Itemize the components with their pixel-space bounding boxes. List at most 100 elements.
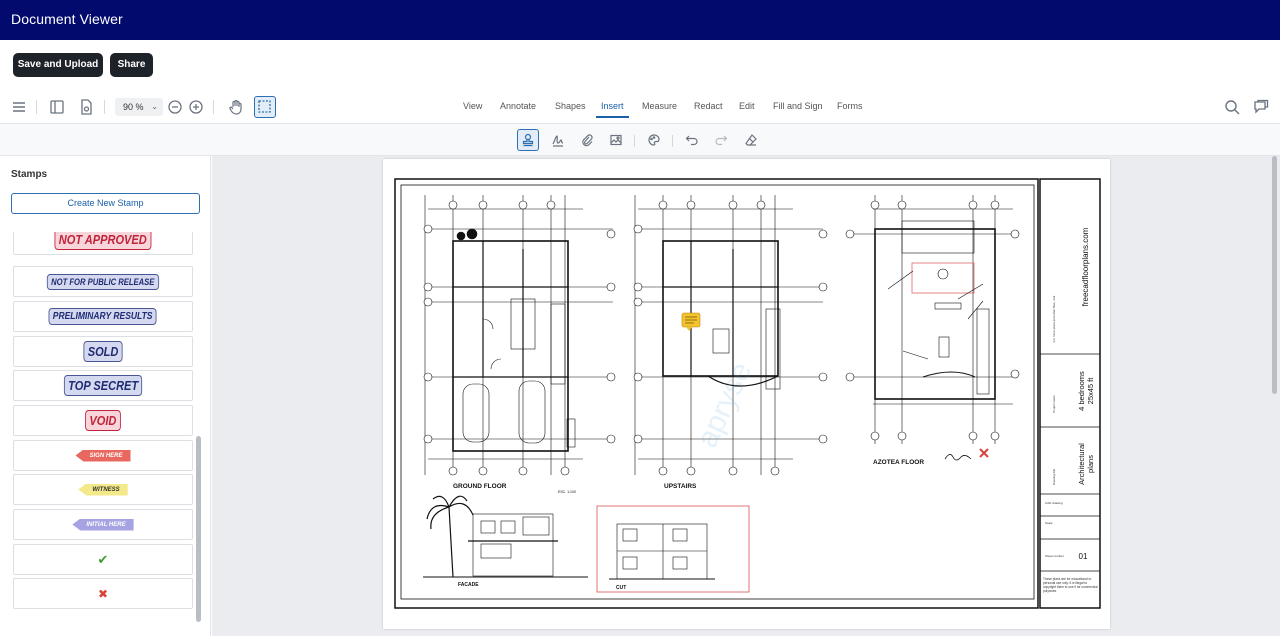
drawing-line: plans <box>1086 455 1095 473</box>
eraser-icon[interactable] <box>740 129 762 151</box>
separator <box>672 135 673 147</box>
insert-toolbar <box>0 124 1280 156</box>
left-panel-icon[interactable] <box>48 98 66 116</box>
stamp-item[interactable]: ✔ <box>13 544 193 575</box>
title-block-label: Project name <box>1052 395 1056 413</box>
share-button[interactable]: Share <box>110 53 153 77</box>
comments-panel-icon[interactable] <box>1252 98 1270 116</box>
zoom-select[interactable]: 90 % ⌄ <box>115 98 163 116</box>
stamp-list: NOT APPROVED NOT FOR PUBLIC RELEASE PREL… <box>13 232 193 636</box>
title-block-website: freecadfloorplans.com <box>1081 227 1090 306</box>
title-block-disclaimer: These plans are for educational or perso… <box>1043 577 1098 593</box>
stamp-item[interactable]: VOID <box>13 405 193 436</box>
floor-label-ground: GROUND FLOOR <box>453 483 507 490</box>
app-title: Document Viewer <box>11 11 123 27</box>
comment-note-icon[interactable] <box>681 312 701 331</box>
signature-tool-icon[interactable] <box>547 129 569 151</box>
cut-drawing <box>609 523 715 580</box>
create-new-stamp-button[interactable]: Create New Stamp <box>11 193 200 214</box>
main-toolbar: 90 % ⌄ View Annotate Shapes Insert Measu… <box>0 90 1280 124</box>
floor-label-cut: CUT <box>616 585 626 591</box>
facade-drawing <box>423 495 588 578</box>
ground-floor-plan <box>424 195 613 475</box>
drawing-line: Architectural <box>1077 443 1086 485</box>
signature-mark <box>944 454 972 461</box>
tab-view[interactable]: View <box>463 101 482 111</box>
stamp-item[interactable]: NOT FOR PUBLIC RELEASE <box>13 266 193 297</box>
floor-label-upstairs: UPSTAIRS <box>664 483 697 490</box>
tab-fill-and-sign[interactable]: Fill and Sign <box>773 101 823 111</box>
zoom-in-icon[interactable] <box>187 98 205 116</box>
title-block-label: Sheet number <box>1045 554 1064 558</box>
title-block-label: For more plans and other files, visit <box>1052 295 1056 342</box>
stamp-label: NOT FOR PUBLIC RELEASE <box>47 273 159 290</box>
scale-label: ESC. 1:100 <box>558 490 576 494</box>
zoom-value: 90 % <box>123 102 144 112</box>
title-block-project: 4 bedrooms25x45 ft <box>1077 371 1095 411</box>
title-block-label: Scale <box>1045 521 1053 525</box>
checkmark-icon: ✔ <box>97 551 109 567</box>
stamp-label: VOID <box>85 410 121 431</box>
title-block-drawing: Architecturalplans <box>1077 443 1095 485</box>
title-block-label: CAD drawing <box>1045 501 1063 505</box>
separator <box>104 100 105 114</box>
separator <box>634 135 635 147</box>
zoom-out-icon[interactable] <box>166 98 184 116</box>
stamp-item[interactable]: SOLD <box>13 336 193 367</box>
stamp-label: SIGN HERE <box>75 449 131 462</box>
cross-icon: ✖ <box>97 586 109 601</box>
chevron-down-icon: ⌄ <box>151 102 158 111</box>
stamp-label: TOP SECRET <box>63 375 143 396</box>
stamp-label: SOLD <box>83 341 123 362</box>
undo-icon[interactable] <box>681 129 703 151</box>
menu-icon[interactable] <box>10 98 28 116</box>
stamp-tool-icon[interactable] <box>517 129 539 151</box>
tab-edit[interactable]: Edit <box>739 101 755 111</box>
project-line: 4 bedrooms <box>1077 371 1086 411</box>
stamp-label: WITNESS <box>78 483 128 496</box>
red-cross-stamp <box>979 448 989 458</box>
floor-label-facade: FACADE <box>458 582 479 588</box>
separator <box>36 100 37 114</box>
select-tool-icon[interactable] <box>254 96 276 118</box>
floor-label-azotea: AZOTEA FLOOR <box>873 459 924 466</box>
title-bar: Document Viewer <box>0 0 1280 40</box>
stamp-label: PRELIMINARY RESULTS <box>48 308 158 325</box>
canvas-scrollbar[interactable] <box>1272 156 1277 394</box>
separator <box>213 100 214 114</box>
tab-shapes[interactable]: Shapes <box>555 101 586 111</box>
palette-icon[interactable] <box>643 129 665 151</box>
stamp-item[interactable]: SIGN HERE <box>13 440 193 471</box>
tab-measure[interactable]: Measure <box>642 101 677 111</box>
stamp-item[interactable]: TOP SECRET <box>13 370 193 401</box>
active-tab-indicator <box>596 116 629 118</box>
project-line: 25x45 ft <box>1086 377 1095 405</box>
attachment-icon[interactable] <box>576 129 598 151</box>
panel-title: Stamps <box>11 169 48 180</box>
panel-scrollbar[interactable] <box>196 436 201 622</box>
document-icon[interactable] <box>77 98 95 116</box>
tab-redact[interactable]: Redact <box>694 101 723 111</box>
stamp-item[interactable]: PRELIMINARY RESULTS <box>13 301 193 332</box>
stamp-item[interactable]: ✖ <box>13 578 193 609</box>
redo-icon[interactable] <box>710 129 732 151</box>
stamp-label: NOT APPROVED <box>54 232 152 250</box>
tab-annotate[interactable]: Annotate <box>500 101 536 111</box>
stamps-panel: Stamps Create New Stamp NOT APPROVED NOT… <box>0 156 211 636</box>
action-bar: Save and Upload Share <box>0 40 1280 90</box>
tab-insert[interactable]: Insert <box>601 101 624 111</box>
document-page[interactable]: freecadfloorplans.com For more plans and… <box>383 159 1110 629</box>
stamp-item[interactable]: NOT APPROVED <box>13 232 193 255</box>
title-block-label: Drawing title <box>1052 468 1056 485</box>
floor-plan-drawing: freecadfloorplans.com For more plans and… <box>394 178 1101 609</box>
azotea-floor-plan <box>848 195 1018 444</box>
pan-hand-icon[interactable] <box>227 98 245 116</box>
watermark: apryse <box>690 357 758 453</box>
stamp-item[interactable]: WITNESS <box>13 474 193 505</box>
tab-forms[interactable]: Forms <box>837 101 863 111</box>
save-and-upload-button[interactable]: Save and Upload <box>13 53 103 77</box>
search-icon[interactable] <box>1223 98 1241 116</box>
image-icon[interactable] <box>605 129 627 151</box>
stamp-item[interactable]: INITIAL HERE <box>13 509 193 540</box>
sheet-number: 01 <box>1079 552 1088 561</box>
